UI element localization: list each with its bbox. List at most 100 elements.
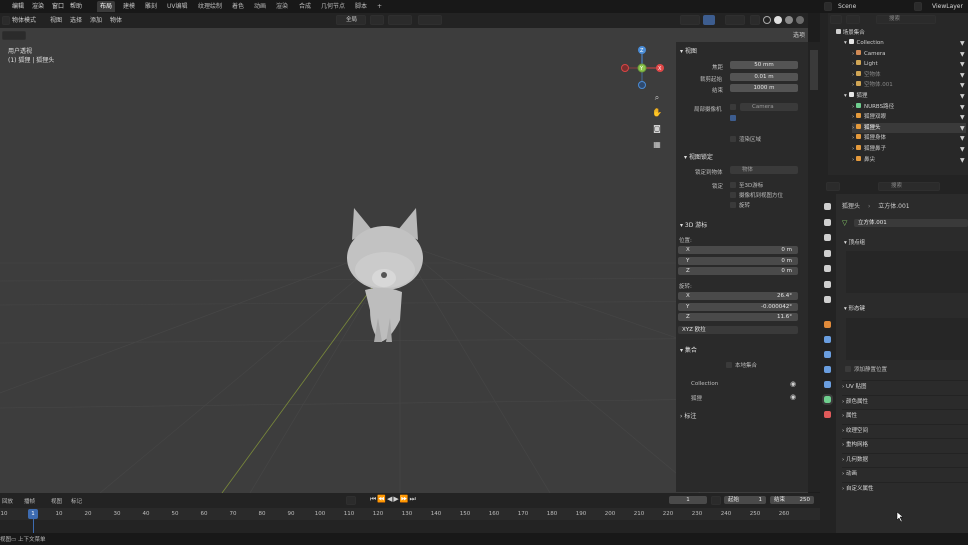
- annotation-section-header[interactable]: › 标注: [680, 411, 696, 420]
- tab-uv[interactable]: UV编辑: [164, 1, 191, 12]
- outliner-item[interactable]: ▾ 狐狸: [844, 91, 966, 101]
- playback-controls[interactable]: ⏮⏪◀▶⏩⏭: [370, 495, 417, 504]
- add-rest-checkbox[interactable]: [845, 366, 851, 372]
- menu-help[interactable]: 帮助: [70, 1, 82, 12]
- properties-section-header[interactable]: › 自定义属性: [842, 481, 968, 496]
- menu-view[interactable]: 视图: [50, 16, 62, 25]
- object-tab-icon[interactable]: [824, 321, 831, 328]
- prev-key-icon[interactable]: ⏪: [377, 495, 387, 503]
- outliner-item[interactable]: › NURBS路径: [852, 102, 966, 112]
- tab-geometry-nodes[interactable]: 几何节点: [318, 1, 348, 12]
- visibility-toggle-icon[interactable]: ▼: [960, 51, 965, 58]
- scene-icon[interactable]: [824, 2, 832, 11]
- properties-editor-icon[interactable]: [826, 182, 840, 191]
- menu-window[interactable]: 窗口: [52, 1, 64, 12]
- local-collection-checkbox[interactable]: [726, 362, 732, 368]
- record-icon[interactable]: [346, 496, 356, 505]
- constraints-tab-icon[interactable]: [824, 381, 831, 388]
- scene-selector[interactable]: Scene: [838, 1, 856, 12]
- transform-orientation[interactable]: 全局: [336, 15, 366, 25]
- view-section-header[interactable]: ▾ 视图: [680, 46, 697, 55]
- grid-view-icon[interactable]: ▦: [652, 140, 662, 150]
- tool-tab-icon[interactable]: [824, 203, 831, 210]
- visibility-toggle-icon[interactable]: ▼: [960, 146, 965, 153]
- menu-add[interactable]: 添加: [90, 16, 102, 25]
- menu-keying[interactable]: 播帧: [24, 497, 35, 505]
- tab-scripting[interactable]: 脚本: [352, 1, 370, 12]
- mesh-data-tab-icon[interactable]: [822, 394, 833, 405]
- outliner-filter-icon[interactable]: [846, 15, 860, 24]
- pivot-icon[interactable]: [370, 15, 384, 25]
- properties-section-header[interactable]: › 重构网格: [842, 438, 968, 452]
- modifier-tab-icon[interactable]: [824, 336, 831, 343]
- tab-rendering[interactable]: 渲染: [273, 1, 291, 12]
- outliner-item[interactable]: › 空物体.001: [852, 80, 966, 90]
- add-workspace-button[interactable]: +: [374, 1, 385, 12]
- proportional-edit-icon[interactable]: [418, 15, 442, 25]
- visibility-toggle-icon[interactable]: ▼: [960, 104, 965, 111]
- fox-model[interactable]: [330, 200, 440, 350]
- scene-tab-icon[interactable]: [824, 265, 831, 272]
- sidebar-tab-view[interactable]: [810, 50, 818, 90]
- view-layer-tab-icon[interactable]: [824, 249, 831, 257]
- outliner-item[interactable]: › Light: [852, 59, 966, 69]
- camera-view-icon[interactable]: ◙: [652, 124, 662, 134]
- breadcrumb-mesh[interactable]: 立方体.001: [878, 203, 909, 210]
- tab-layout[interactable]: 布局: [97, 1, 116, 12]
- menu-edit[interactable]: 编辑: [12, 1, 24, 12]
- solid-shading-icon[interactable]: [774, 16, 782, 24]
- next-key-icon[interactable]: ⏩: [400, 495, 410, 503]
- expand-icon[interactable]: ▾: [844, 40, 849, 46]
- material-tab-icon[interactable]: [824, 411, 831, 418]
- tab-animation[interactable]: 动画: [251, 1, 269, 12]
- properties-section-header[interactable]: › 颜色属性: [842, 394, 968, 409]
- menu-object[interactable]: 物体: [110, 16, 122, 25]
- lock-object-field[interactable]: 物体: [730, 166, 798, 174]
- xray-icon[interactable]: [750, 15, 760, 25]
- pan-hand-icon[interactable]: ✋: [652, 108, 662, 118]
- menu-marker[interactable]: 标记: [71, 497, 82, 505]
- properties-section-header[interactable]: › 属性: [842, 409, 968, 423]
- menu-playback[interactable]: 回放: [2, 497, 13, 505]
- outliner-item[interactable]: › 鼻尖: [852, 155, 966, 165]
- visibility-toggle-icon[interactable]: ▼: [960, 157, 965, 164]
- overlay-icon[interactable]: [725, 15, 745, 25]
- lock-camera-checkbox[interactable]: [730, 192, 736, 198]
- tab-compositing[interactable]: 合成: [296, 1, 314, 12]
- cursor-rotation-x-field[interactable]: X 26.4°: [678, 292, 798, 300]
- local-camera-toggle[interactable]: [730, 115, 736, 121]
- render-tab-icon[interactable]: [824, 218, 831, 226]
- output-tab-icon[interactable]: [824, 234, 831, 241]
- zoom-icon[interactable]: ⌕: [652, 93, 662, 103]
- view-lock-header[interactable]: ▾ 视图锁定: [684, 152, 713, 161]
- mesh-name-field[interactable]: 立方体.001: [854, 219, 968, 227]
- visibility-toggle-icon[interactable]: ▼: [960, 61, 965, 68]
- select-box-tool[interactable]: [2, 31, 26, 40]
- cursor-section-header[interactable]: ▾ 3D 游标: [680, 220, 707, 229]
- visibility-toggle-icon[interactable]: ▼: [960, 72, 965, 79]
- world-tab-icon[interactable]: [824, 280, 831, 288]
- clock-icon[interactable]: [711, 496, 721, 505]
- rendered-shading-icon[interactable]: [796, 16, 804, 24]
- local-camera-field[interactable]: Camera: [740, 103, 798, 111]
- render-region-checkbox[interactable]: [730, 136, 736, 142]
- playhead[interactable]: 1: [28, 509, 38, 519]
- cursor-location-x-field[interactable]: X 0 m: [678, 246, 798, 254]
- current-frame-field[interactable]: 1: [669, 496, 707, 504]
- vertex-groups-list[interactable]: [846, 251, 968, 293]
- focal-length-field[interactable]: 50 mm: [730, 61, 798, 69]
- outliner-item[interactable]: ▾ Collection: [844, 38, 966, 48]
- visibility-toggle-icon[interactable]: ▼: [960, 82, 965, 89]
- mode-selector[interactable]: 物体模式: [12, 16, 36, 25]
- outliner-item[interactable]: › 狐狸身体: [852, 133, 966, 143]
- outliner-search-input[interactable]: 搜索: [876, 15, 936, 24]
- outliner-item[interactable]: › Camera: [852, 49, 966, 59]
- cursor-location-z-field[interactable]: Z 0 m: [678, 267, 798, 275]
- jump-end-icon[interactable]: ⏭: [410, 495, 417, 503]
- tab-sculpt[interactable]: 雕刻: [142, 1, 160, 12]
- tab-modeling[interactable]: 建模: [120, 1, 138, 12]
- properties-section-header[interactable]: › 纹理空间: [842, 423, 968, 438]
- menu-render[interactable]: 渲染: [32, 1, 44, 12]
- properties-section-header[interactable]: › UV 贴图: [842, 380, 968, 394]
- outliner-item[interactable]: › 空物体: [852, 70, 966, 80]
